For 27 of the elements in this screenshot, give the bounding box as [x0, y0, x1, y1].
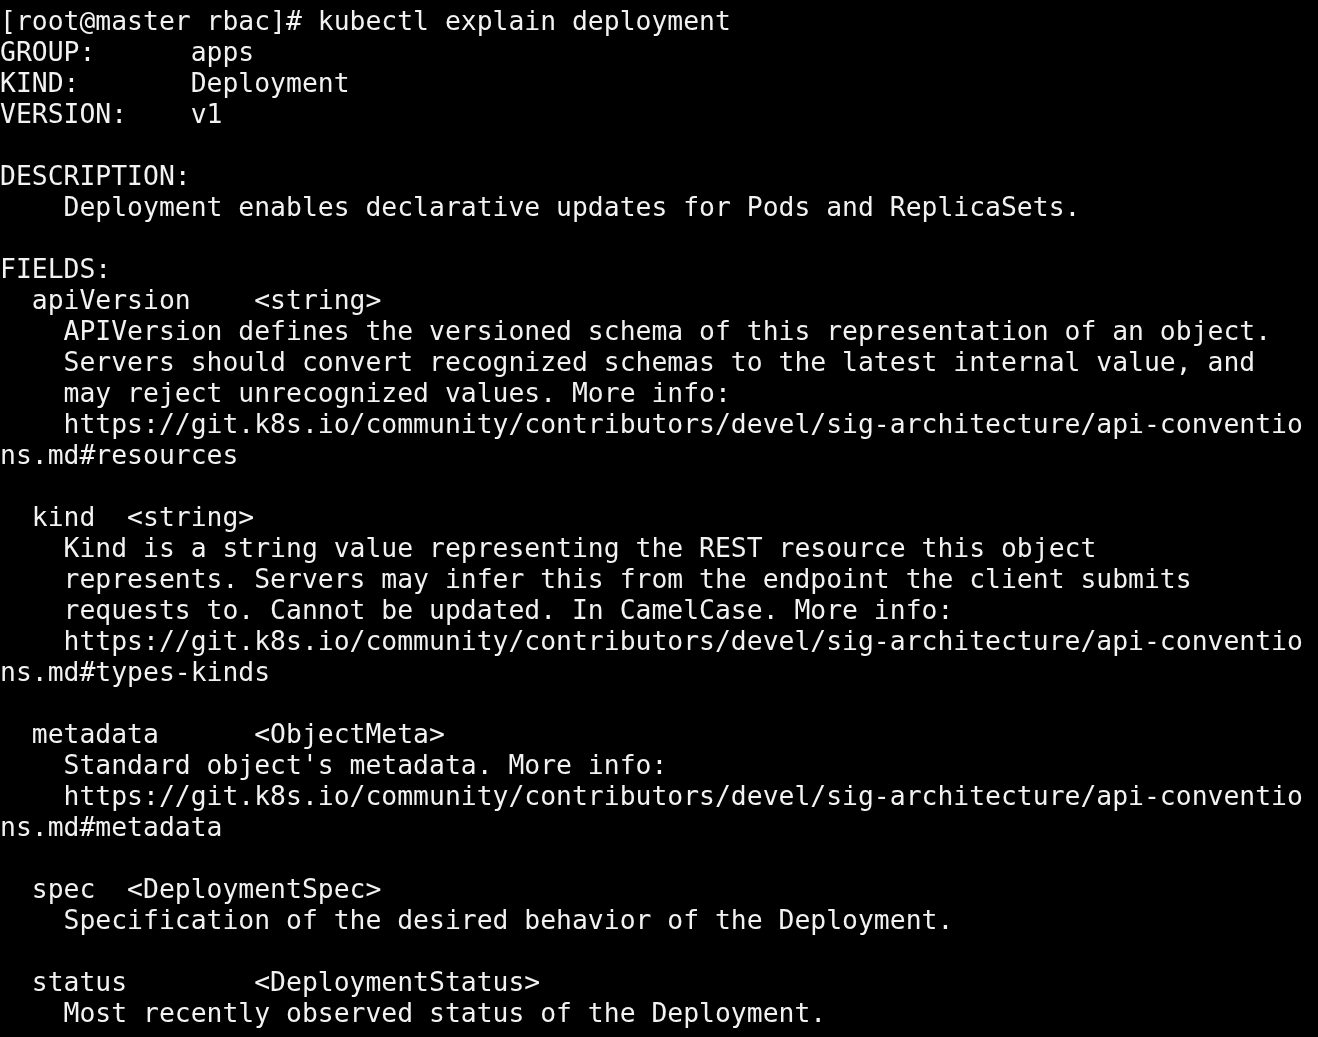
terminal-line: GROUP: apps: [0, 36, 255, 67]
terminal-line: Standard object's metadata. More info:: [62, 749, 668, 780]
terminal-line: https://git.k8s.io/community/contributors/devel/sig-architecture/api-conventio: [62, 780, 1303, 811]
terminal-line: ns.md#metadata: [0, 811, 223, 842]
terminal-line: status <DeploymentStatus>: [30, 966, 541, 997]
terminal-line: Most recently observed status of the Deployment.: [62, 997, 827, 1028]
terminal-line: DESCRIPTION:: [0, 160, 191, 191]
terminal-line: kind <string>: [30, 501, 255, 532]
terminal-line: KIND: Deployment: [0, 67, 350, 98]
terminal-line: FIELDS:: [0, 253, 112, 284]
terminal-line: https://git.k8s.io/community/contributors/devel/sig-architecture/api-conventio: [62, 408, 1303, 439]
terminal-line: requests to. Cannot be updated. In CamelCase. More info:: [62, 594, 954, 625]
terminal-line: apiVersion <string>: [30, 284, 382, 315]
terminal-line: ns.md#types-kinds: [0, 656, 271, 687]
terminal-line: Deployment enables declarative updates for Pods and ReplicaSets.: [62, 191, 1081, 222]
terminal-line: Kind is a string value representing the REST resource this object: [62, 532, 1097, 563]
terminal-line: APIVersion defines the versioned schema of this representation of an object.: [62, 315, 1272, 346]
terminal-line: [root@master rbac]# kubectl explain deployment: [0, 5, 731, 36]
terminal-line: represents. Servers may infer this from the endpoint the client submits: [62, 563, 1192, 594]
terminal-line: spec <DeploymentSpec>: [30, 873, 382, 904]
terminal-line: VERSION: v1: [0, 98, 223, 129]
terminal-line: may reject unrecognized values. More info:: [62, 377, 731, 408]
terminal-line: ns.md#resources: [0, 439, 239, 470]
terminal-line: metadata <ObjectMeta>: [30, 718, 445, 749]
terminal-line: Specification of the desired behavior of the Deployment.: [62, 904, 954, 935]
terminal-line: Servers should convert recognized schemas to the latest internal value, and: [62, 346, 1256, 377]
terminal-line: https://git.k8s.io/community/contributors/devel/sig-architecture/api-conventio: [62, 625, 1303, 656]
